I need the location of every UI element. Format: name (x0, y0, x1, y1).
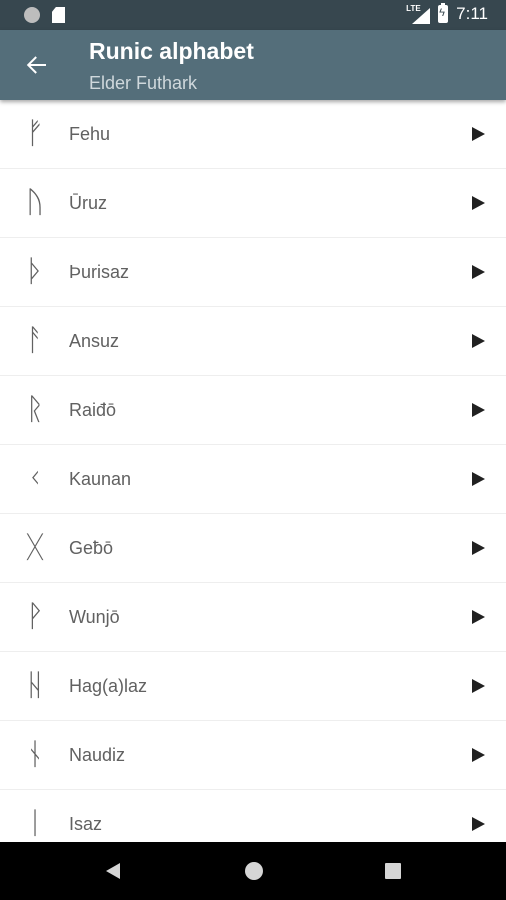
rune-name: Wunjō (69, 607, 120, 627)
list-item-wunjo[interactable]: ᚹ Wunjō (0, 583, 506, 651)
list-item-hagalaz[interactable]: ᚺ Hag(a)laz (0, 652, 506, 720)
rune-glyph: ᚷ (26, 530, 44, 565)
rune-glyph: ᚲ (26, 461, 44, 496)
play-icon[interactable] (472, 541, 485, 555)
play-icon[interactable] (472, 817, 485, 831)
status-bar-right: LTE 7:11 (406, 3, 488, 24)
list-item-raido[interactable]: ᚱ Raiđō (0, 376, 506, 444)
nav-back-icon[interactable] (106, 863, 120, 879)
app-bar: Runic alphabet Elder Futhark (0, 30, 506, 100)
list-item-isaz[interactable]: ᛁ Isaz (0, 790, 506, 842)
play-icon[interactable] (472, 334, 485, 348)
rune-list[interactable]: ᚠ Fehu ᚢ Ūruz ᚦ Þurisaz ᚨ Ansuz ᚱ Raiđō … (0, 100, 506, 842)
lte-signal-icon: LTE (406, 4, 431, 24)
rune-glyph: ᚦ (26, 254, 44, 289)
sd-card-icon (52, 7, 65, 23)
rune-name: Þurisaz (69, 262, 130, 282)
list-item-gebo[interactable]: ᚷ Geƀō (0, 514, 506, 582)
status-bar-left (24, 7, 65, 23)
page-subtitle: Elder Futhark (89, 73, 198, 93)
play-icon[interactable] (472, 265, 485, 279)
status-bar: LTE 7:11 (0, 0, 506, 30)
signal-strength-icon (412, 8, 431, 24)
play-icon[interactable] (472, 403, 485, 417)
rune-name: Naudiz (69, 745, 126, 765)
list-item-fehu[interactable]: ᚠ Fehu (0, 100, 506, 168)
rune-name: Hag(a)laz (69, 676, 148, 696)
list-item-uruz[interactable]: ᚢ Ūruz (0, 169, 506, 237)
battery-charging-icon (438, 3, 449, 23)
rune-glyph: ᚹ (26, 599, 44, 634)
rune-glyph: ᚢ (26, 185, 44, 220)
play-icon[interactable] (472, 748, 485, 762)
play-icon[interactable] (472, 127, 485, 141)
play-icon[interactable] (472, 679, 485, 693)
play-icon[interactable] (472, 610, 485, 624)
rune-name: Ūruz (69, 193, 108, 213)
rune-name: Isaz (69, 814, 103, 834)
nav-home-icon[interactable] (245, 862, 263, 880)
play-icon[interactable] (472, 472, 485, 486)
rune-glyph: ᚠ (26, 116, 44, 151)
nav-recents-icon[interactable] (385, 863, 401, 879)
page-title: Runic alphabet (89, 38, 254, 64)
rune-name: Geƀō (69, 538, 114, 558)
list-item-kaunan[interactable]: ᚲ Kaunan (0, 445, 506, 513)
rune-glyph: ᚾ (26, 737, 44, 772)
list-item-thurisaz[interactable]: ᚦ Þurisaz (0, 238, 506, 306)
play-icon[interactable] (472, 196, 485, 210)
rune-name: Ansuz (69, 331, 120, 351)
notification-dot-icon (24, 7, 40, 23)
rune-name: Raiđō (69, 400, 117, 420)
system-nav-bar (0, 842, 506, 900)
rune-name: Kaunan (69, 469, 132, 489)
list-item-naudiz[interactable]: ᚾ Naudiz (0, 721, 506, 789)
rune-glyph: ᛁ (26, 806, 44, 841)
rune-glyph: ᚨ (26, 323, 44, 358)
rune-glyph: ᚺ (26, 668, 44, 703)
rune-name: Fehu (69, 124, 111, 144)
rune-glyph: ᚱ (26, 392, 44, 427)
status-time: 7:11 (456, 4, 488, 23)
arrow-back-icon (26, 56, 46, 74)
back-button[interactable] (18, 47, 54, 83)
list-item-ansuz[interactable]: ᚨ Ansuz (0, 307, 506, 375)
